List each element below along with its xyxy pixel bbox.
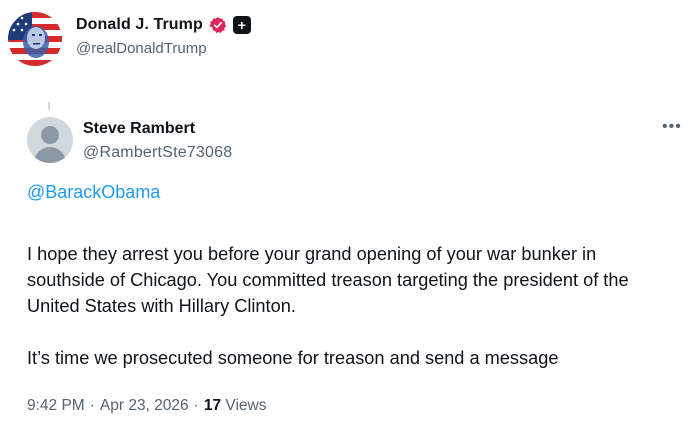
- default-avatar-icon[interactable]: [27, 117, 73, 163]
- outer-author-handle[interactable]: @realDonaldTrump: [76, 40, 251, 57]
- affiliate-badge-icon[interactable]: +: [232, 16, 251, 34]
- outer-avatar[interactable]: [8, 12, 62, 66]
- outer-author-name[interactable]: Donald J. Trump: [76, 16, 203, 34]
- tweet-time[interactable]: 9:42 PM: [27, 397, 85, 415]
- thread-connector: [48, 102, 50, 110]
- tweet-text: I hope they arrest you before your grand…: [27, 241, 677, 371]
- tweet-paragraph: I hope they arrest you before your grand…: [27, 244, 629, 316]
- outer-avatar-image: [8, 12, 62, 66]
- views-count: 17: [203, 397, 222, 414]
- separator-dot: ·: [89, 397, 95, 414]
- post-page: Donald J. Trump + @realDonaldTrump Steve…: [0, 0, 700, 430]
- tweet-author-handle[interactable]: @RambertSte73068: [83, 144, 232, 162]
- mention-link[interactable]: @BarackObama: [27, 182, 160, 203]
- tweet-meta-footer: 9:42 PM · Apr 23, 2026 · 17 Views: [27, 397, 266, 415]
- views-label: Views: [225, 397, 267, 414]
- outer-author-header: Donald J. Trump + @realDonaldTrump: [8, 12, 251, 66]
- tweet-author-meta: Steve Rambert @RambertSte73068: [83, 117, 232, 162]
- tweet-date[interactable]: Apr 23, 2026: [100, 397, 189, 415]
- avatar-head-shape: [41, 126, 59, 144]
- outer-author-meta: Donald J. Trump + @realDonaldTrump: [76, 12, 251, 57]
- tweet-author-name[interactable]: Steve Rambert: [83, 120, 232, 138]
- outer-name-row: Donald J. Trump +: [76, 16, 251, 34]
- avatar-body-shape: [34, 147, 66, 163]
- more-options-icon[interactable]: •••: [662, 119, 682, 135]
- views-block[interactable]: 17 Views: [204, 397, 267, 415]
- tweet-paragraph: It’s time we prosecuted someone for trea…: [27, 348, 559, 368]
- tweet-author-header: Steve Rambert @RambertSte73068: [27, 117, 232, 163]
- separator-dot: ·: [193, 397, 199, 414]
- verified-badge-icon[interactable]: [209, 16, 227, 34]
